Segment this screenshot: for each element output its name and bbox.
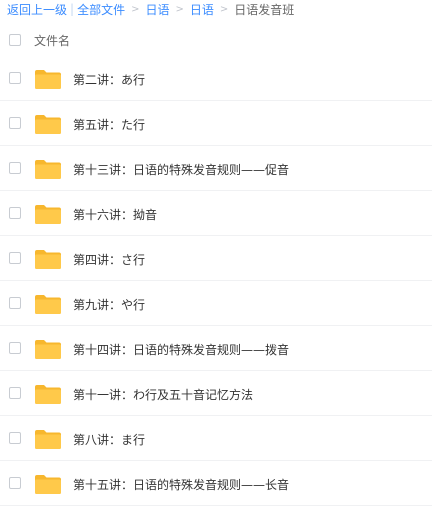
- row-checkbox[interactable]: [9, 207, 21, 219]
- file-row[interactable]: 第五讲：た行: [0, 101, 432, 146]
- breadcrumb-level2-link[interactable]: 日语: [190, 1, 214, 18]
- file-row[interactable]: 第四讲：さ行: [0, 236, 432, 281]
- row-checkbox[interactable]: [9, 117, 21, 129]
- file-row[interactable]: 第十三讲：日语的特殊发音规则——促音: [0, 146, 432, 191]
- file-row[interactable]: 第十五讲：日语的特殊发音规则——长音: [0, 461, 432, 506]
- folder-icon: [35, 430, 61, 449]
- folder-icon: [35, 295, 61, 314]
- row-checkbox[interactable]: [9, 477, 21, 489]
- breadcrumb: 返回上一级 | 全部文件 > 日语 > 日语 > 日语发音班: [7, 0, 294, 18]
- file-row[interactable]: 第八讲：ま行: [0, 416, 432, 461]
- folder-icon: [35, 205, 61, 224]
- file-name-link[interactable]: 第十六讲：拗音: [73, 206, 157, 223]
- file-name-link[interactable]: 第五讲：た行: [73, 116, 145, 133]
- breadcrumb-arrow-icon: >: [131, 3, 140, 15]
- breadcrumb-arrow-icon: >: [175, 3, 184, 15]
- row-checkbox[interactable]: [9, 342, 21, 354]
- file-row[interactable]: 第十六讲：拗音: [0, 191, 432, 236]
- row-checkbox[interactable]: [9, 432, 21, 444]
- folder-icon: [35, 250, 61, 269]
- row-checkbox[interactable]: [9, 387, 21, 399]
- file-row[interactable]: 第二讲：あ行: [0, 56, 432, 101]
- file-list: 第二讲：あ行 第五讲：た行 第十三讲：日语的特殊发音规则——促音 第十六讲：拗音…: [0, 56, 432, 506]
- file-row[interactable]: 第九讲：や行: [0, 281, 432, 326]
- select-all-checkbox[interactable]: [9, 34, 21, 46]
- breadcrumb-level1-link[interactable]: 日语: [145, 1, 169, 18]
- row-checkbox[interactable]: [9, 297, 21, 309]
- file-row[interactable]: 第十一讲：わ行及五十音记忆方法: [0, 371, 432, 416]
- folder-icon: [35, 475, 61, 494]
- folder-icon: [35, 340, 61, 359]
- file-name-link[interactable]: 第十一讲：わ行及五十音记忆方法: [73, 386, 253, 403]
- row-checkbox[interactable]: [9, 252, 21, 264]
- all-files-link[interactable]: 全部文件: [77, 1, 125, 18]
- file-name-link[interactable]: 第八讲：ま行: [73, 431, 145, 448]
- filename-column-header[interactable]: 文件名: [34, 32, 70, 49]
- breadcrumb-current: 日语发音班: [234, 2, 295, 17]
- file-name-link[interactable]: 第九讲：や行: [73, 296, 145, 313]
- folder-icon: [35, 160, 61, 179]
- file-list-header: 文件名: [0, 26, 432, 54]
- folder-icon: [35, 115, 61, 134]
- file-row[interactable]: 第十四讲：日语的特殊发音规则——拨音: [0, 326, 432, 371]
- row-checkbox[interactable]: [9, 72, 21, 84]
- file-name-link[interactable]: 第十三讲：日语的特殊发音规则——促音: [73, 161, 289, 178]
- file-name-link[interactable]: 第十五讲：日语的特殊发音规则——长音: [73, 476, 289, 493]
- folder-icon: [35, 70, 61, 89]
- file-name-link[interactable]: 第四讲：さ行: [73, 251, 145, 268]
- folder-icon: [35, 385, 61, 404]
- file-name-link[interactable]: 第二讲：あ行: [73, 71, 145, 88]
- breadcrumb-separator: |: [70, 2, 75, 16]
- breadcrumb-arrow-icon: >: [219, 3, 229, 15]
- file-name-link[interactable]: 第十四讲：日语的特殊发音规则——拨音: [73, 341, 289, 358]
- back-link[interactable]: 返回上一级: [7, 1, 67, 18]
- row-checkbox[interactable]: [9, 162, 21, 174]
